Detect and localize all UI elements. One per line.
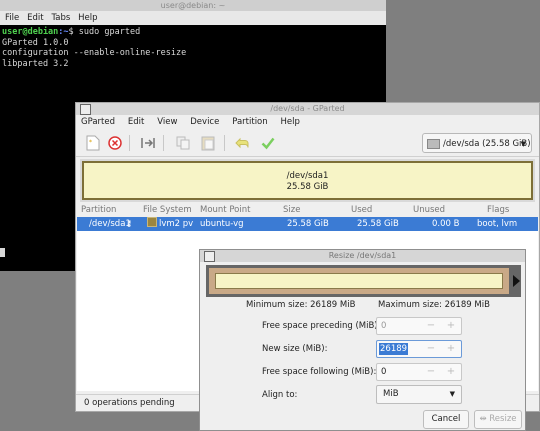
new-size-value: 26189: [379, 343, 409, 355]
partition-map-size: 25.58 GiB: [286, 182, 329, 192]
minus-icon[interactable]: −: [423, 318, 439, 334]
terminal-menu-edit[interactable]: Edit: [22, 11, 43, 25]
toolbar-separator: [224, 135, 225, 151]
row-used: 25.58 GiB: [357, 219, 399, 229]
paste-icon[interactable]: [199, 134, 217, 152]
dialog-title: Resize /dev/sda1: [328, 251, 397, 260]
key-icon: ⚷: [126, 219, 133, 229]
col-unused[interactable]: Unused: [413, 204, 445, 216]
terminal-line: libparted 3.2: [2, 58, 69, 69]
dialog-titlebar: Resize /dev/sda1: [200, 250, 525, 262]
partition-list-header: Partition File System Mount Point Size U…: [76, 204, 539, 216]
col-partition[interactable]: Partition: [81, 204, 116, 216]
chevron-down-icon: ▼: [520, 140, 526, 148]
device-selector[interactable]: /dev/sda (25.58 GiB) ▼: [422, 133, 532, 153]
resize-button[interactable]: ⇹ Resize: [474, 410, 522, 429]
copy-icon[interactable]: [174, 134, 192, 152]
resize-icon[interactable]: [139, 134, 157, 152]
dialog-app-icon: [204, 251, 215, 262]
terminal-menu-help[interactable]: Help: [73, 11, 97, 25]
terminal-cursor: [0, 248, 5, 257]
free-preceding-label: Free space preceding (MiB):: [262, 321, 381, 331]
col-used[interactable]: Used: [351, 204, 372, 216]
plus-icon[interactable]: +: [443, 341, 459, 357]
terminal-line: GParted 1.0.0: [2, 37, 69, 48]
menu-gparted[interactable]: GParted: [76, 115, 115, 129]
resize-button-label: Resize: [489, 414, 517, 424]
resize-bar: [206, 265, 521, 297]
resize-partition-block[interactable]: [209, 268, 509, 294]
resize-used-fill: [215, 273, 503, 289]
device-label: /dev/sda (25.58 GiB): [443, 139, 531, 149]
menu-help[interactable]: Help: [271, 115, 300, 129]
free-preceding-value: 0: [381, 321, 387, 331]
row-filesystem: lvm2 pv: [159, 219, 194, 229]
toolbar-separator: [163, 135, 164, 151]
prompt-path: :~: [58, 27, 69, 37]
gparted-title: /dev/sda - GParted: [270, 104, 345, 113]
col-filesystem[interactable]: File System: [143, 204, 192, 216]
col-mountpoint[interactable]: Mount Point: [200, 204, 250, 216]
terminal-title: user@debian: ~: [0, 0, 386, 11]
disk-icon: [427, 138, 440, 149]
gparted-titlebar: /dev/sda - GParted: [76, 103, 539, 115]
minus-icon[interactable]: −: [423, 364, 439, 380]
align-to-value: MiB: [383, 389, 399, 399]
row-mount: ubuntu-vg: [200, 219, 244, 229]
free-following-value: 0: [381, 367, 387, 377]
row-size: 25.58 GiB: [287, 219, 329, 229]
col-size[interactable]: Size: [283, 204, 300, 216]
toolbar-separator: [129, 135, 130, 151]
col-flags[interactable]: Flags: [487, 204, 509, 216]
terminal-line: configuration --enable-online-resize: [2, 48, 187, 58]
gparted-app-icon: [80, 104, 91, 115]
align-to-select[interactable]: MiB ▼: [376, 385, 462, 404]
terminal-menu-tabs[interactable]: Tabs: [46, 11, 70, 25]
plus-icon[interactable]: +: [443, 364, 459, 380]
gparted-toolbar: * /dev/sda (25.58 GiB) ▼: [76, 130, 539, 157]
apply-icon[interactable]: [259, 134, 277, 152]
prompt-command: $ sudo gparted: [68, 27, 141, 37]
maximum-size-label: Maximum size: 26189 MiB: [378, 300, 490, 310]
prompt-user: user@debian: [2, 27, 59, 37]
partition-map-name: /dev/sda1: [286, 171, 329, 181]
resize-button-icon: ⇹: [479, 414, 487, 424]
menu-device[interactable]: Device: [180, 115, 219, 129]
terminal-menu-file[interactable]: File: [0, 11, 19, 25]
free-following-stepper[interactable]: 0 − +: [376, 363, 462, 381]
free-following-label: Free space following (MiB):: [262, 367, 377, 377]
partition-map: /dev/sda1 25.58 GiB: [80, 159, 535, 202]
plus-icon[interactable]: +: [443, 318, 459, 334]
row-partition: /dev/sda1: [89, 219, 131, 229]
chevron-down-icon: ▼: [449, 390, 455, 398]
filesystem-color-icon: [147, 217, 157, 227]
menu-edit[interactable]: Edit: [118, 115, 144, 129]
new-size-stepper[interactable]: 26189 − +: [376, 340, 462, 358]
cancel-button[interactable]: Cancel: [423, 410, 469, 429]
menu-view[interactable]: View: [147, 115, 177, 129]
table-row[interactable]: /dev/sda1 ⚷ lvm2 pv ubuntu-vg 25.58 GiB …: [77, 217, 538, 231]
align-to-label: Align to:: [262, 390, 298, 400]
minus-icon[interactable]: −: [423, 341, 439, 357]
delete-icon[interactable]: [106, 134, 124, 152]
resize-handle-arrow-icon[interactable]: [513, 275, 520, 287]
undo-icon[interactable]: [234, 134, 252, 152]
resize-dialog: Resize /dev/sda1 Minimum size: 26189 MiB…: [199, 249, 526, 431]
free-preceding-stepper[interactable]: 0 − +: [376, 317, 462, 335]
terminal-line: user@debian:~$ sudo gparted: [2, 27, 384, 38]
partition-map-block[interactable]: /dev/sda1 25.58 GiB: [82, 161, 533, 200]
gparted-menubar: GParted Edit View Device Partition Help: [76, 115, 539, 129]
new-icon[interactable]: *: [84, 134, 102, 152]
terminal-menubar: File Edit Tabs Help: [0, 11, 386, 26]
new-size-label: New size (MiB):: [262, 344, 328, 354]
row-unused: 0.00 B: [432, 219, 460, 229]
row-flags: boot, lvm: [477, 219, 518, 229]
svg-text:*: *: [89, 139, 92, 146]
minimum-size-label: Minimum size: 26189 MiB: [246, 300, 356, 310]
menu-partition[interactable]: Partition: [222, 115, 267, 129]
